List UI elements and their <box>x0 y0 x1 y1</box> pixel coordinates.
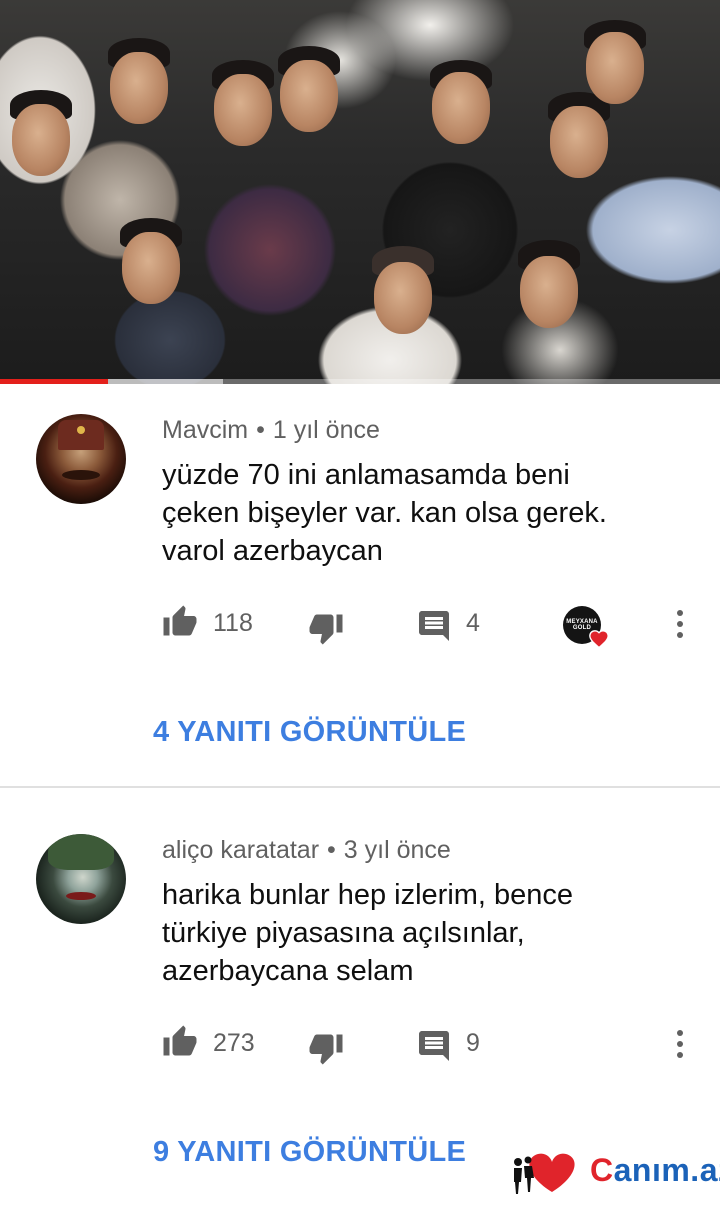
meta-separator: • <box>327 836 336 864</box>
like-count: 273 <box>213 1029 255 1057</box>
comment-meta: aliço karatatar • 3 yıl önce <box>162 836 451 865</box>
video-person <box>550 106 608 178</box>
video-person <box>280 60 338 132</box>
reply-count: 9 <box>466 1029 480 1057</box>
watermark-text: Canım.az <box>590 1152 720 1188</box>
like-count: 118 <box>213 609 253 637</box>
comment-author[interactable]: Mavcim <box>162 416 248 444</box>
comment-time[interactable]: 3 yıl önce <box>344 836 451 864</box>
video-person <box>432 72 490 144</box>
comment-author[interactable]: aliço karatatar <box>162 836 319 864</box>
video-player[interactable] <box>0 0 720 384</box>
comment-text: yüzde 70 ini anlamasamda beni çeken bişe… <box>162 456 682 570</box>
comment-meta: Mavcim • 1 yıl önce <box>162 416 380 445</box>
more-vert-icon[interactable] <box>676 1030 684 1060</box>
creator-heart-badge: MEYXANA GOLD <box>563 606 609 649</box>
thumb-down-icon[interactable] <box>308 1030 344 1066</box>
comment-divider <box>0 786 720 788</box>
video-person <box>110 52 168 124</box>
couple-heart-logo-icon <box>514 1153 575 1194</box>
video-person <box>12 104 70 176</box>
comment-icon[interactable] <box>416 608 452 644</box>
heart-icon <box>589 630 609 649</box>
video-progress-bar[interactable] <box>0 379 720 384</box>
comment-time[interactable]: 1 yıl önce <box>273 416 380 444</box>
avatar[interactable] <box>36 834 126 924</box>
comment-text-line: varol azerbaycan <box>162 535 383 567</box>
comment-icon[interactable] <box>416 1028 452 1064</box>
comment-text-line: azerbaycana selam <box>162 955 414 987</box>
comment-text: harika bunlar hep izlerim, bence türkiye… <box>162 876 682 990</box>
thumb-up-icon[interactable] <box>162 1024 198 1060</box>
video-progress-fill <box>0 379 108 384</box>
site-watermark: Canım.az <box>506 1146 720 1196</box>
avatar[interactable] <box>36 414 126 504</box>
video-person <box>122 232 180 304</box>
comment-text-line: yüzde 70 ini anlamasamda beni <box>162 459 570 491</box>
video-person <box>374 262 432 334</box>
comment-actions: 273 9 <box>0 1024 720 1066</box>
more-vert-icon[interactable] <box>676 610 684 640</box>
video-person <box>586 32 644 104</box>
video-person <box>520 256 578 328</box>
view-replies-button[interactable]: 4 YANITI GÖRÜNTÜLE <box>153 716 466 749</box>
comment-text-line: çeken bişeyler var. kan olsa gerek. <box>162 497 607 529</box>
thumb-down-icon[interactable] <box>308 610 344 646</box>
video-person <box>214 74 272 146</box>
reply-count: 4 <box>466 609 480 637</box>
comment-text-line: harika bunlar hep izlerim, bence <box>162 879 574 911</box>
meta-separator: • <box>256 416 265 444</box>
view-replies-button[interactable]: 9 YANITI GÖRÜNTÜLE <box>153 1136 466 1169</box>
comment-actions: 118 4 MEYXANA GOLD <box>0 604 720 649</box>
comment-text-line: türkiye piyasasına açılsınlar, <box>162 917 525 949</box>
thumb-up-icon[interactable] <box>162 604 198 640</box>
